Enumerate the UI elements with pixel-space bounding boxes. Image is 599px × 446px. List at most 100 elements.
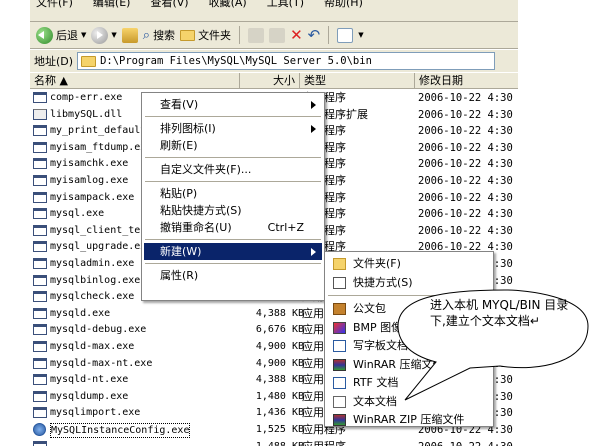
menu-3[interactable]: 收藏(A) <box>209 0 247 9</box>
menu-5[interactable]: 帮助(H) <box>324 0 363 9</box>
file-date: 2006-10-22 4:30 <box>418 224 513 237</box>
new-item-5[interactable]: 写字板文档 <box>327 337 491 354</box>
context-item-13[interactable]: 属性(R) <box>144 267 322 284</box>
menu-separator <box>328 295 490 296</box>
new-item-1[interactable]: 快捷方式(S) <box>327 274 491 291</box>
address-bar: 地址(D) D:\Program Files\MySQL\MySQL Serve… <box>30 50 518 72</box>
file-date: 2006-10-22 4:30 <box>418 125 513 138</box>
new-item-0[interactable]: 文件夹(F) <box>327 255 491 272</box>
file-size: 4,388 KB <box>255 374 304 386</box>
menu-1[interactable]: 编辑(E) <box>93 0 131 9</box>
bmp-icon <box>333 321 346 334</box>
file-name: myisamlog.exe <box>50 175 129 186</box>
exe-file-icon <box>33 241 47 253</box>
winrar-icon <box>333 358 346 371</box>
new-item-label: 快捷方式(S) <box>353 275 413 289</box>
shortcut-icon <box>333 276 346 289</box>
menu-bar: 文件(F) 编辑(E) 查看(V) 收藏(A) 工具(T) 帮助(H) <box>30 0 518 22</box>
undo-icon[interactable]: ↶ <box>308 26 321 44</box>
exe-file-icon <box>33 440 47 446</box>
context-item-label: 粘贴快捷方式(S) <box>160 204 242 217</box>
toolbar-divider <box>328 26 330 44</box>
new-item-label: 写字板文档 <box>353 339 408 352</box>
file-date: 2006-10-22 4:30 <box>418 92 513 104</box>
context-item-label: 新建(W) <box>160 245 202 258</box>
new-item-label: RTF 文档 <box>353 376 399 389</box>
file-size: 6,676 KB <box>255 324 304 336</box>
file-name: libmySQL.dll <box>50 108 123 120</box>
search-label: 搜索 <box>153 29 176 42</box>
config-app-icon <box>33 423 46 436</box>
file-type: 应用程序 <box>302 439 346 446</box>
views-icon[interactable] <box>337 27 354 43</box>
file-size: 1,488 KB <box>240 439 304 446</box>
file-name: mysql.exe <box>50 208 105 220</box>
new-item-8[interactable]: 文本文档 <box>327 393 491 410</box>
file-date: 2006-10-22 4:30 <box>418 208 513 221</box>
search-button[interactable]: ⌕ 搜索 <box>143 27 175 43</box>
folder-icon <box>333 258 346 270</box>
address-input[interactable]: D:\Program Files\MySQL\MySQL Server 5.0\… <box>77 52 496 70</box>
chevron-down-icon: ▼ <box>81 31 87 39</box>
context-item-7[interactable]: 粘贴(P) <box>144 185 322 202</box>
back-button[interactable]: 后退 ▼ <box>36 26 87 44</box>
file-size: 1,480 KB <box>255 390 304 402</box>
forward-button[interactable]: ▼ <box>91 26 117 44</box>
delete-icon[interactable]: ✕ <box>290 26 303 44</box>
file-date: 2006-10-22 4:30 <box>418 439 513 446</box>
new-item-6[interactable]: WinRAR 压缩文件 <box>327 356 491 373</box>
new-item-9[interactable]: WinRAR ZIP 压缩文件 <box>327 411 491 428</box>
context-item-11[interactable]: 新建(W) <box>144 243 322 260</box>
address-value: D:\Program Files\MySQL\MySQL Server 5.0\… <box>100 55 372 67</box>
up-folder-icon[interactable] <box>121 27 138 43</box>
context-item-label: 刷新(E) <box>160 139 198 152</box>
dll-file-icon <box>33 108 47 120</box>
menu-2[interactable]: 查看(V) <box>150 0 188 9</box>
exe-file-icon <box>33 141 47 153</box>
context-item-3[interactable]: 刷新(E) <box>144 137 322 154</box>
context-item-5[interactable]: 自定义文件夹(F)... <box>144 161 322 178</box>
file-name: MySQLInstanceConfig.exe <box>50 423 191 438</box>
file-date: 2006-10-22 4:30 <box>418 141 513 154</box>
file-date: 2006-10-22 4:30 <box>418 108 513 121</box>
new-item-label: BMP 图像 <box>353 320 403 334</box>
callout-text: 进入本机 MYQL/BIN 目录下,建立个文本文档↵ <box>430 298 569 328</box>
exe-file-icon <box>33 407 47 419</box>
exe-file-icon <box>33 357 47 369</box>
briefcase-icon <box>333 303 346 315</box>
new-item-label: 公文包 <box>353 302 386 315</box>
column-type[interactable]: 类型 <box>300 73 415 89</box>
column-size[interactable]: 大小 <box>240 73 300 89</box>
file-row[interactable]: 1,488 KB应用程序 2006-10-22 4:30 <box>30 439 518 446</box>
file-name: mysqld.exe <box>50 307 111 319</box>
exe-file-icon <box>33 191 47 203</box>
folders-button[interactable]: 文件夹 <box>180 27 231 43</box>
column-modified[interactable]: 修改日期 <box>415 73 518 89</box>
rtf-icon <box>333 377 346 389</box>
new-submenu: 文件夹(F) 快捷方式(S) 公文包 BMP 图像 写字板文档 WinRAR 压缩文件 RT… <box>324 251 494 427</box>
menu-4[interactable]: 工具(T) <box>267 0 304 9</box>
chevron-down-icon[interactable]: ▼ <box>358 31 363 39</box>
exe-file-icon <box>33 324 47 336</box>
forward-arrow-icon <box>91 26 109 44</box>
chevron-down-icon: ▼ <box>111 31 117 39</box>
submenu-arrow-icon <box>311 101 316 109</box>
context-item-9[interactable]: 撤销重命名(U) Ctrl+Z <box>144 219 322 236</box>
back-arrow-icon <box>36 26 53 44</box>
copy-to-icon[interactable] <box>269 27 286 43</box>
file-name: myisampack.exe <box>50 191 135 203</box>
menu-0[interactable]: 文件(F) <box>36 0 73 9</box>
column-name[interactable]: 名称 ▲ <box>30 73 240 89</box>
column-header: 名称 ▲ 大小 类型 修改日期 <box>30 73 518 89</box>
file-name: mysqladmin.exe <box>50 258 135 269</box>
new-item-7[interactable]: RTF 文档 <box>327 374 491 391</box>
file-size: 1,525 KB <box>255 424 304 435</box>
context-item-2[interactable]: 排列图标(I) <box>144 120 322 137</box>
context-item-label: 撤销重命名(U) <box>160 221 232 234</box>
context-item-0[interactable]: 查看(V) <box>144 96 322 113</box>
menu-separator <box>145 181 321 182</box>
context-item-8[interactable]: 粘贴快捷方式(S) <box>144 202 322 219</box>
move-to-icon[interactable] <box>248 27 265 43</box>
file-name: mysqlbinlog.exe <box>50 274 141 286</box>
file-name: mysqldump.exe <box>50 390 129 402</box>
